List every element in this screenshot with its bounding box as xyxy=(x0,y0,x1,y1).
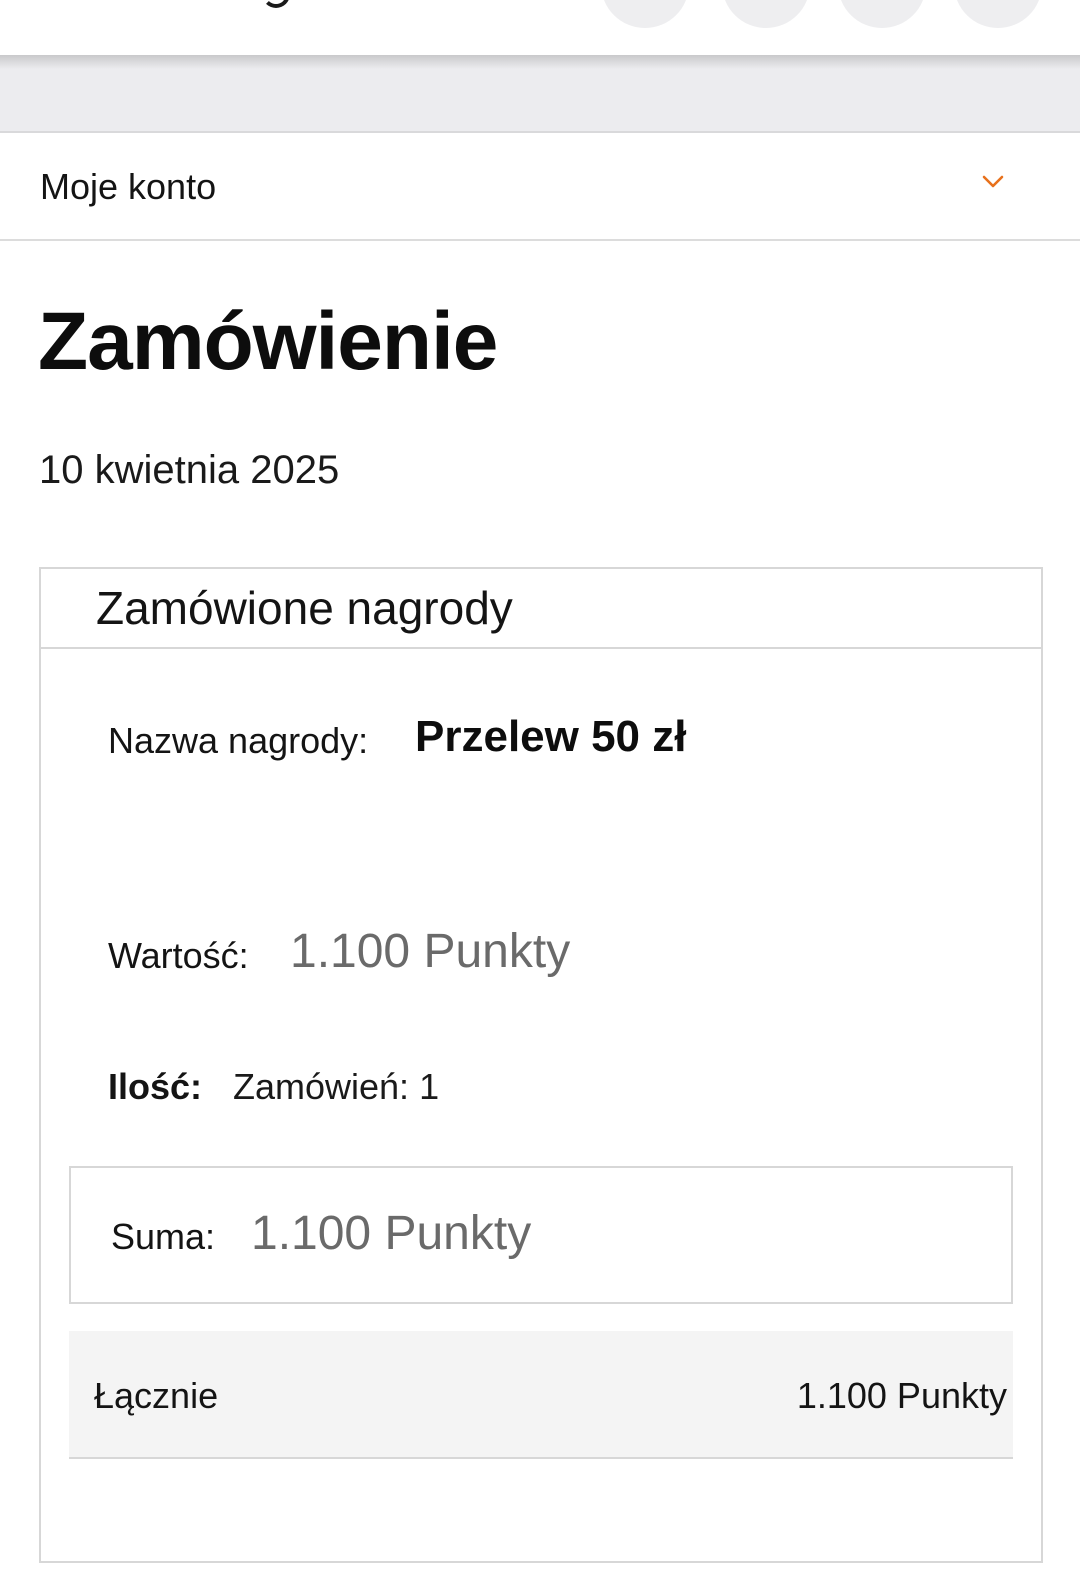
card-title: Zamówione nagrody xyxy=(96,582,513,634)
sum-value: 1.100 Punkty xyxy=(251,1207,532,1260)
reward-name-label: Nazwa nagrody: xyxy=(108,720,369,761)
quantity-label: Ilość: xyxy=(108,1066,203,1107)
menu-icon xyxy=(976,0,1020,4)
reward-value-value: 1.100 Punkty xyxy=(290,925,571,978)
page-title: Zamówienie xyxy=(38,296,498,387)
reward-value-label: Wartość: xyxy=(108,935,249,976)
chevron-down-icon xyxy=(982,175,1004,188)
quantity-value: Zamówień: 1 xyxy=(233,1066,440,1107)
account-button[interactable] xyxy=(838,0,926,28)
menu-button[interactable] xyxy=(954,0,1042,28)
account-dropdown-label: Moje konto xyxy=(40,166,217,207)
logo[interactable] xyxy=(262,0,290,8)
header-band xyxy=(0,69,1080,133)
sum-box: Suma: 1.100 Punkty xyxy=(69,1166,1013,1304)
cart-icon xyxy=(744,0,788,4)
reward-name-value: Przelew 50 zł xyxy=(415,712,687,761)
ordered-rewards-card: Zamówione nagrody Nazwa nagrody: Przelew… xyxy=(39,567,1043,1563)
order-date: 10 kwietnia 2025 xyxy=(39,448,340,492)
account-dropdown[interactable]: Moje konto xyxy=(0,133,1080,241)
user-icon xyxy=(860,0,904,4)
total-row: Łącznie 1.100 Punkty xyxy=(69,1331,1013,1459)
header-shadow xyxy=(0,55,1080,69)
cart-button[interactable] xyxy=(722,0,810,28)
total-value: 1.100 Punkty xyxy=(796,1375,1007,1416)
search-icon xyxy=(623,0,667,4)
site-header xyxy=(0,0,1080,55)
total-label: Łącznie xyxy=(94,1375,219,1416)
sum-label: Suma: xyxy=(111,1216,216,1257)
card-header: Zamówione nagrody xyxy=(41,569,1041,649)
search-button[interactable] xyxy=(601,0,689,28)
